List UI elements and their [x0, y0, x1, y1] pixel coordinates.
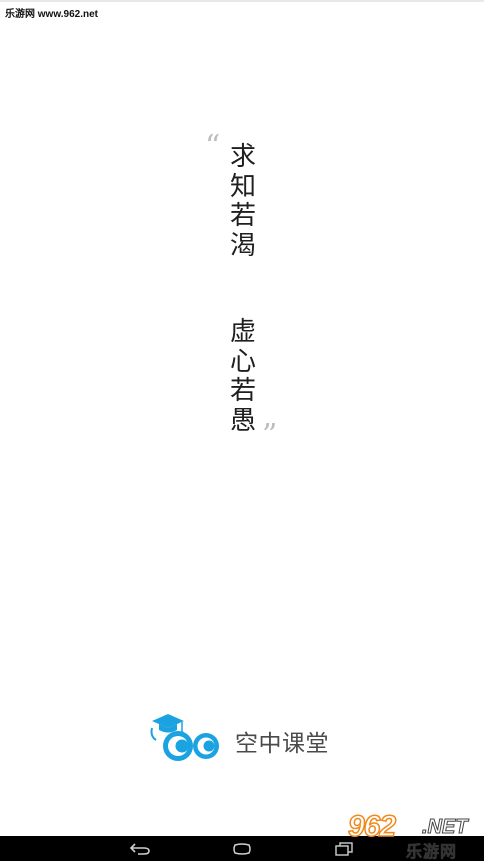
owl-graduation-cap-icon — [150, 714, 219, 761]
top-divider — [0, 0, 484, 2]
back-icon — [129, 842, 150, 855]
splash-screen: 乐游网 www.962.net “ 求知若渴 虚心若愚 ” 空中课堂 962 .… — [0, 0, 484, 861]
back-button[interactable] — [122, 838, 158, 859]
watermark-domain: .NET — [422, 816, 469, 839]
open-quote-mark: “ — [205, 129, 221, 164]
watermark-name: 乐游网 — [406, 842, 458, 861]
slogan-line-2: 虚心若愚 — [229, 317, 256, 436]
home-button[interactable] — [224, 838, 260, 859]
app-name: 空中课堂 — [235, 731, 329, 757]
site-watermark: 962 .NET 乐游网 — [344, 808, 480, 861]
close-quote-mark: ” — [262, 418, 278, 453]
top-watermark: 乐游网 www.962.net — [5, 9, 98, 20]
slogan-line-1: 求知若渴 — [229, 142, 256, 261]
app-logo: 空中课堂 — [148, 708, 348, 768]
home-icon — [233, 842, 251, 855]
watermark-number: 962 — [347, 809, 397, 844]
